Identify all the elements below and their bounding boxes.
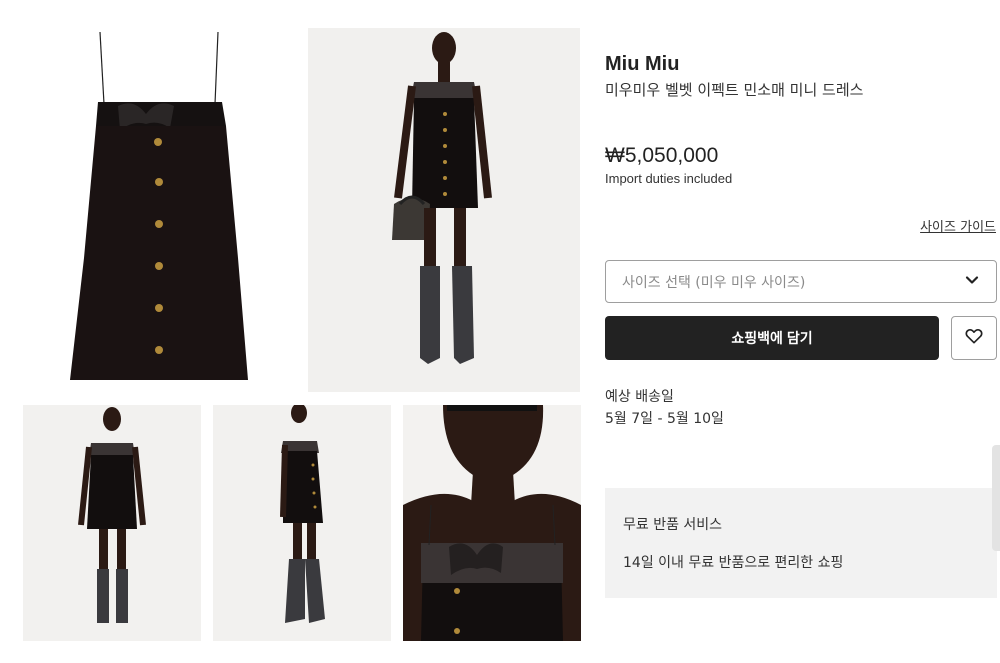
wishlist-button[interactable] — [951, 316, 997, 360]
add-to-bag-button[interactable]: 쇼핑백에 담기 — [605, 316, 939, 360]
product-image-side[interactable] — [213, 405, 391, 641]
free-returns-description: 14일 이내 무료 반품으로 편리한 쇼핑 — [623, 555, 844, 571]
chevron-down-icon — [964, 272, 980, 292]
free-returns-panel: 무료 반품 서비스 14일 이내 무료 반품으로 편리한 쇼핑 — [605, 488, 997, 598]
product-image-closeup[interactable] — [403, 405, 581, 641]
product-image-model-front[interactable] — [308, 28, 580, 392]
product-title: 미우미우 벨벳 이펙트 민소매 미니 드레스 — [605, 81, 864, 99]
shipping-date-range: 5월 7일 - 5월 10일 — [605, 411, 724, 427]
free-returns-title: 무료 반품 서비스 — [623, 517, 723, 533]
size-select-dropdown[interactable]: 사이즈 선택 (미우 미우 사이즈) — [605, 260, 997, 303]
product-image-main[interactable] — [48, 28, 274, 392]
size-select-placeholder: 사이즈 선택 (미우 미우 사이즈) — [622, 274, 806, 291]
brand-name[interactable]: Miu Miu — [605, 53, 679, 76]
size-guide-link[interactable]: 사이즈 가이드 — [920, 216, 996, 235]
scrollbar-thumb[interactable] — [992, 445, 1000, 551]
duties-note: Import duties included — [605, 171, 733, 186]
product-price: ₩5,050,000 — [605, 144, 719, 167]
shipping-label: 예상 배송일 — [605, 389, 674, 405]
product-image-back[interactable] — [23, 405, 201, 641]
heart-icon — [964, 326, 984, 350]
